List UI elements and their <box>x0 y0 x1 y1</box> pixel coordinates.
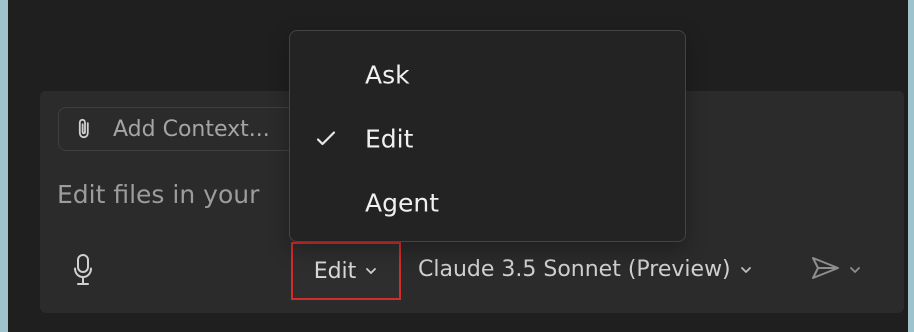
menu-item-edit[interactable]: Edit <box>290 107 685 171</box>
add-context-label: Add Context... <box>113 116 270 142</box>
menu-item-label: Agent <box>365 188 439 218</box>
mode-dropdown-label: Edit <box>313 258 357 284</box>
menu-item-ask[interactable]: Ask <box>290 43 685 107</box>
chevron-down-icon <box>364 264 378 278</box>
microphone-icon[interactable] <box>72 253 94 287</box>
menu-item-label: Edit <box>365 124 414 154</box>
chevron-down-icon <box>739 263 753 277</box>
mode-dropdown[interactable]: Edit <box>291 242 401 300</box>
menu-item-agent[interactable]: Agent <box>290 171 685 235</box>
menu-item-label: Ask <box>365 60 410 90</box>
send-icon[interactable] <box>810 254 842 286</box>
model-dropdown-label: Claude 3.5 Sonnet (Preview) <box>418 257 731 282</box>
check-icon <box>314 127 338 151</box>
send-button-group[interactable] <box>810 254 862 286</box>
chevron-down-icon[interactable] <box>848 263 862 277</box>
paperclip-icon <box>75 117 93 141</box>
chat-input-placeholder: Edit files in your <box>57 180 260 209</box>
mode-menu: Ask Edit Agent <box>289 30 686 242</box>
model-dropdown[interactable]: Claude 3.5 Sonnet (Preview) <box>418 257 753 282</box>
